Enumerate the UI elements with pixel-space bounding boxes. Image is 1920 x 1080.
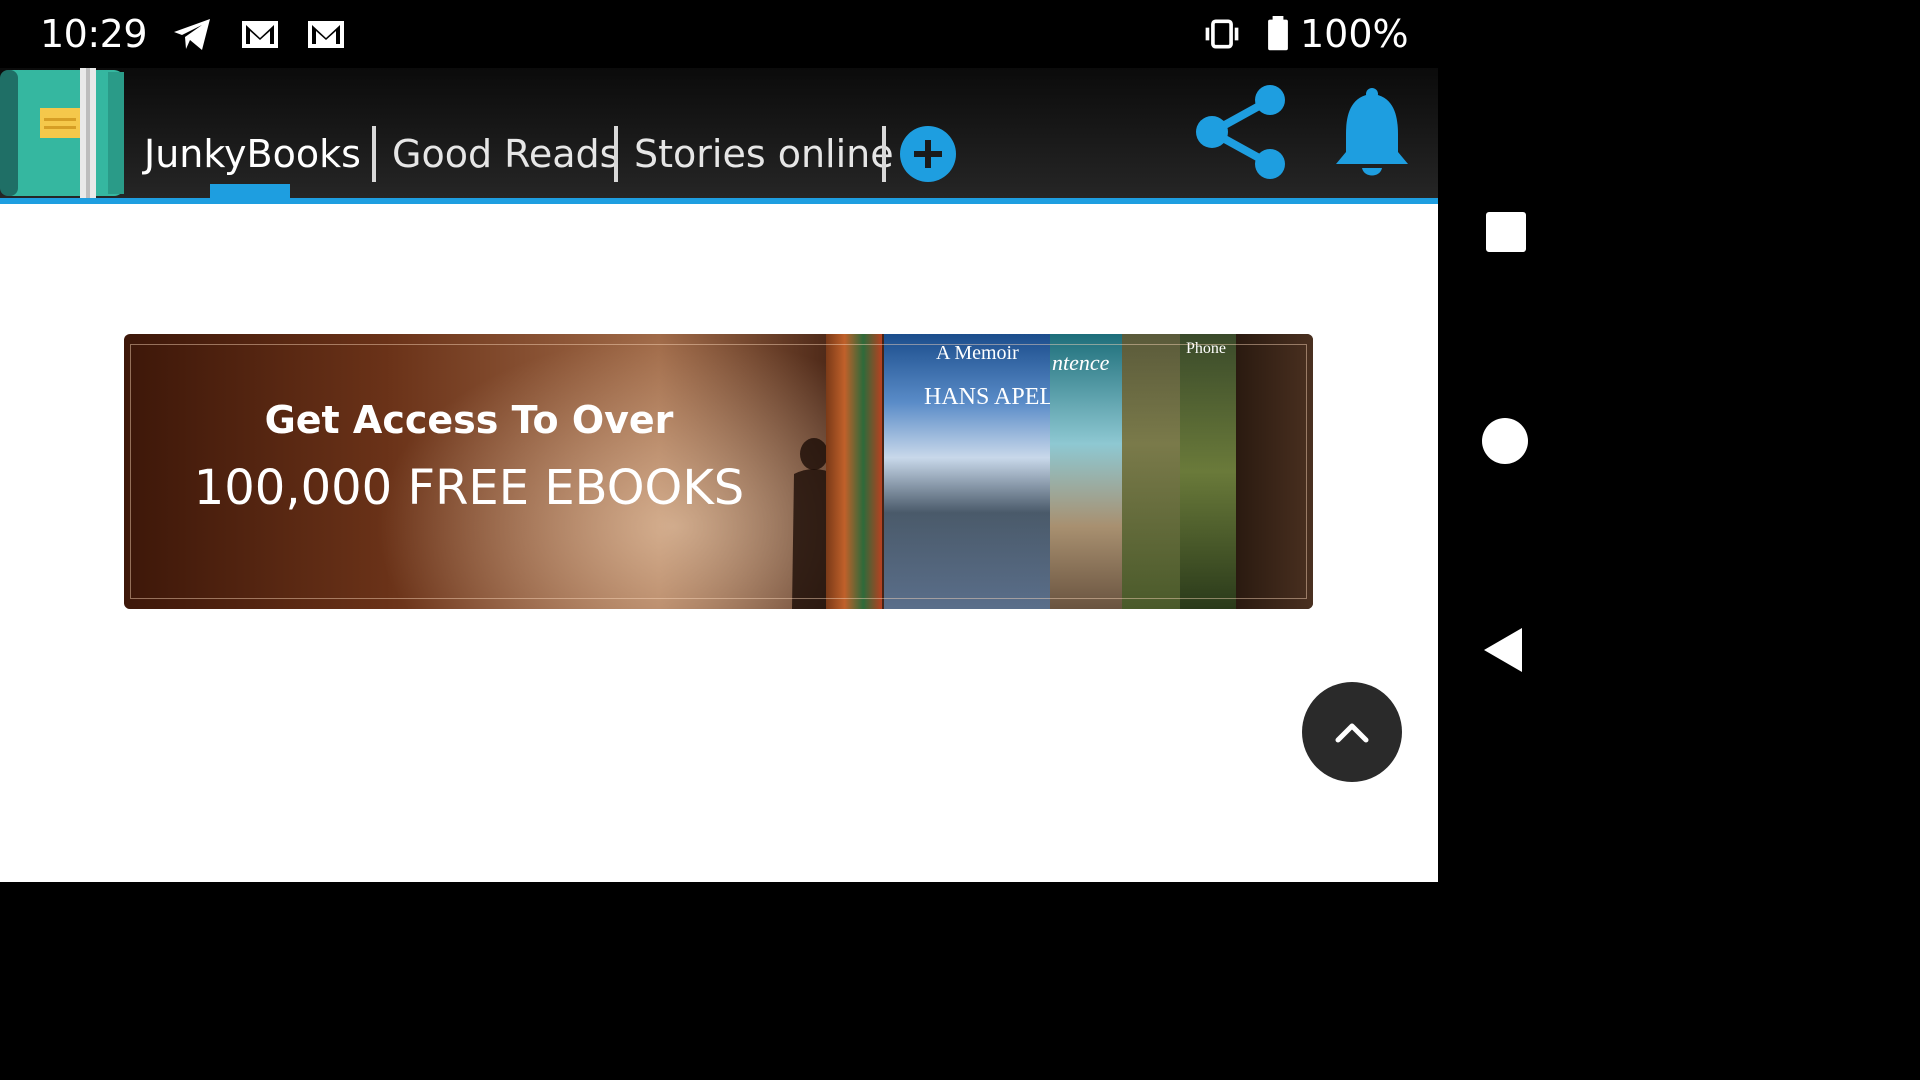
banner-headline: Get Access To Over xyxy=(264,398,674,442)
banner-subheadline: 100,000 FREE EBOOKS xyxy=(193,460,745,516)
home-button[interactable] xyxy=(1480,416,1530,466)
scroll-to-top-button[interactable] xyxy=(1302,682,1402,782)
plus-icon xyxy=(914,140,942,168)
telegram-icon xyxy=(174,19,210,50)
notification-bell-icon[interactable] xyxy=(1332,86,1412,180)
battery-percentage: 100% xyxy=(1300,12,1409,56)
tab-junkybooks[interactable]: JunkyBooks xyxy=(144,132,361,176)
recents-button[interactable] xyxy=(1484,210,1528,254)
share-icon[interactable] xyxy=(1192,84,1288,182)
gmail-icon xyxy=(242,21,278,48)
tab-divider xyxy=(882,126,886,182)
active-tab-indicator xyxy=(210,184,290,198)
content-area: A Memoir HANS APEL ntence Phone Get Acce… xyxy=(0,204,1438,882)
tab-good-reads[interactable]: Good Reads xyxy=(392,132,619,176)
chevron-up-icon xyxy=(1335,723,1369,743)
battery-icon xyxy=(1268,16,1288,51)
free-ebooks-banner[interactable]: A Memoir HANS APEL ntence Phone Get Acce… xyxy=(124,334,1313,609)
add-tab-button[interactable] xyxy=(900,126,956,182)
gmail-icon xyxy=(308,21,344,48)
vibrate-icon xyxy=(1205,19,1239,49)
status-bar: 10:29 100% xyxy=(0,0,1438,68)
tab-stories-online[interactable]: Stories online xyxy=(634,132,894,176)
navigation-bar xyxy=(1438,0,1568,882)
clock: 10:29 xyxy=(40,12,148,56)
book-logo-icon[interactable] xyxy=(0,68,126,198)
tab-divider xyxy=(614,126,618,182)
tab-divider xyxy=(372,126,376,182)
back-button[interactable] xyxy=(1482,626,1526,674)
